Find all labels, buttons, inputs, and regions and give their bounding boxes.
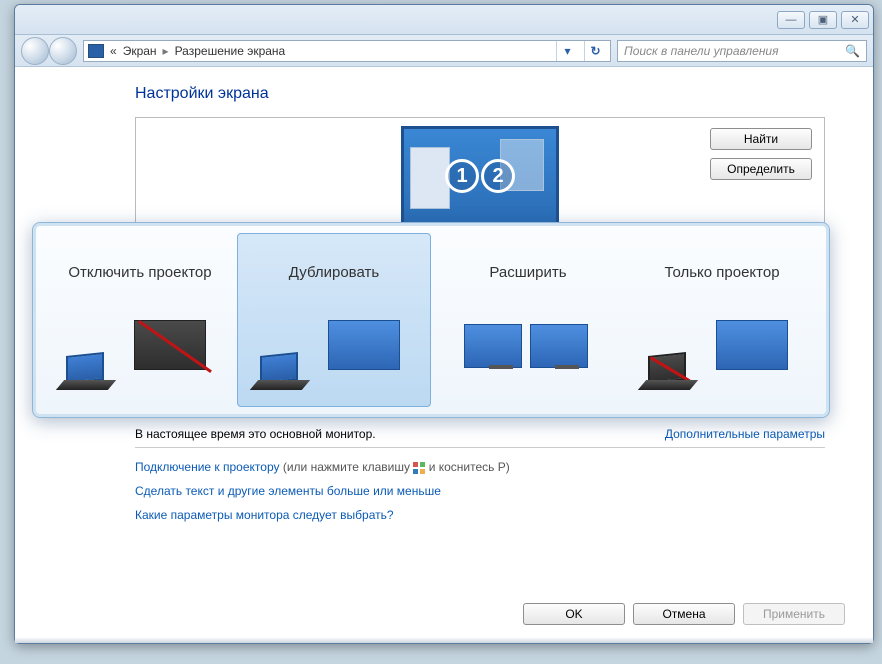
search-icon: 🔍	[845, 44, 860, 58]
projector-art-duplicate	[264, 318, 404, 388]
search-placeholder: Поиск в панели управления	[624, 44, 779, 58]
projector-art-projector-only	[652, 318, 792, 388]
forward-button[interactable]	[49, 37, 77, 65]
projector-option-projector-only[interactable]: Только проектор	[625, 233, 819, 407]
minimize-button[interactable]: —	[777, 11, 805, 29]
projector-option-extend[interactable]: Расширить	[431, 233, 625, 407]
identify-button[interactable]: Определить	[710, 158, 812, 180]
display-icon	[88, 44, 104, 58]
ok-button[interactable]: OK	[523, 603, 625, 625]
which-monitor-link[interactable]: Какие параметры монитора следует выбрать…	[135, 508, 825, 522]
breadcrumb-level1[interactable]: Экран	[123, 44, 157, 58]
address-dropdown-button[interactable]: ▾	[556, 41, 578, 61]
status-row: В настоящее время это основной монитор. …	[135, 427, 825, 448]
address-row: « Экран ▸ Разрешение экрана ▾ ↻ Поиск в …	[15, 35, 873, 67]
page-title: Настройки экрана	[135, 85, 825, 103]
windows-key-icon	[413, 462, 425, 474]
projector-hint-a: (или нажмите клавишу	[283, 460, 414, 474]
projector-option-label: Отключить проектор	[68, 252, 211, 292]
projector-option-disconnect[interactable]: Отключить проектор	[43, 233, 237, 407]
dialog-buttons: OK Отмена Применить	[523, 603, 845, 625]
advanced-settings-link[interactable]: Дополнительные параметры	[665, 427, 825, 441]
projector-option-duplicate[interactable]: Дублировать	[237, 233, 431, 407]
monitor-number-2: 2	[481, 159, 515, 193]
find-button[interactable]: Найти	[710, 128, 812, 150]
breadcrumb-prefix: «	[110, 44, 117, 58]
projector-option-label: Только проектор	[664, 252, 779, 292]
breadcrumb-sep: ▸	[163, 44, 169, 58]
connect-projector-link[interactable]: Подключение к проектору	[135, 460, 280, 474]
text-size-link[interactable]: Сделать текст и другие элементы больше и…	[135, 484, 825, 498]
projector-option-label: Расширить	[489, 252, 566, 292]
close-button[interactable]: ✕	[841, 11, 869, 29]
projector-art-disconnect	[70, 318, 210, 388]
address-bar[interactable]: « Экран ▸ Разрешение экрана ▾ ↻	[83, 40, 611, 62]
breadcrumb-level2[interactable]: Разрешение экрана	[175, 44, 286, 58]
projector-overlay: Отключить проектор Дублировать Расширить…	[32, 222, 830, 418]
projector-hint-b: и коснитесь P)	[429, 460, 510, 474]
projector-art-extend	[458, 318, 598, 388]
monitor-number-1: 1	[445, 159, 479, 193]
links-block: Подключение к проектору (или нажмите кла…	[135, 460, 825, 522]
titlebar: — ▣ ✕	[15, 5, 873, 35]
projector-option-label: Дублировать	[289, 252, 379, 292]
back-button[interactable]	[21, 37, 49, 65]
address-refresh-button[interactable]: ↻	[584, 41, 606, 61]
maximize-button[interactable]: ▣	[809, 11, 837, 29]
apply-button[interactable]: Применить	[743, 603, 845, 625]
footer-shadow	[15, 637, 873, 643]
cancel-button[interactable]: Отмена	[633, 603, 735, 625]
preview-monitor[interactable]: 1 2	[401, 126, 559, 226]
search-input[interactable]: Поиск в панели управления 🔍	[617, 40, 867, 62]
primary-monitor-status: В настоящее время это основной монитор.	[135, 427, 376, 441]
display-preview-box: 1 2 Найти Определить	[135, 117, 825, 227]
nav-buttons	[21, 37, 77, 65]
